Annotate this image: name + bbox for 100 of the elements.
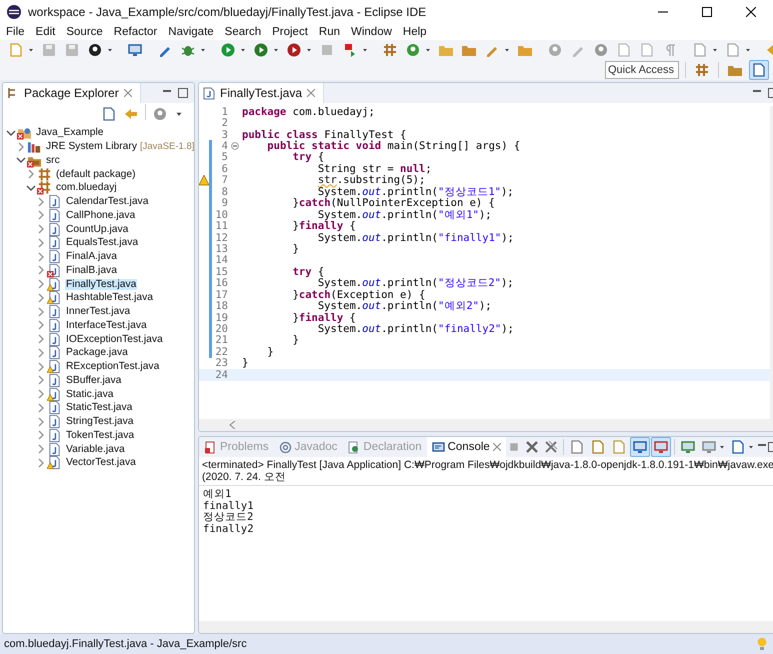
tree-item[interactable]: StaticTest.java — [65, 402, 134, 414]
menu-item[interactable]: Refactor — [114, 26, 158, 38]
close-icon[interactable] — [307, 89, 316, 97]
menu-item[interactable]: Project — [272, 26, 308, 38]
file-icon — [49, 208, 60, 222]
line-number: 8 — [220, 186, 228, 198]
show-error-icon[interactable] — [650, 437, 671, 457]
code-line: public static void main(String[] args) { — [267, 140, 520, 152]
declaration-icon — [347, 440, 360, 454]
file-icon — [49, 346, 60, 360]
tree-item[interactable]: VectorTest.java — [65, 457, 137, 468]
console-output-line: finally1 — [203, 500, 255, 512]
line-number: 20 — [214, 323, 228, 336]
menu-item[interactable]: File — [6, 26, 25, 38]
editor-tab[interactable]: FinallyTest.java — [199, 83, 324, 103]
line-number: 15 — [214, 266, 228, 278]
status-text: com.bluedayj.FinallyTest.java - Java_Example/src — [4, 638, 247, 650]
line-number: 24 — [214, 368, 228, 381]
menu-item[interactable]: Edit — [36, 26, 56, 38]
tree-item[interactable]: Package.java — [65, 347, 129, 358]
console-icon — [432, 440, 445, 454]
close-icon[interactable] — [492, 443, 501, 451]
fold-icon[interactable] — [231, 142, 239, 150]
console-output-line: 정상코드2 — [203, 512, 254, 524]
console-output-line: finally2 — [203, 524, 255, 536]
tree-item[interactable]: JRE System Library — [45, 141, 138, 152]
problems-icon — [204, 440, 217, 454]
tree-item[interactable]: StringTest.java — [65, 416, 135, 428]
tree-item[interactable]: Static.java — [65, 388, 115, 400]
line-number: 11 — [214, 220, 228, 232]
tree-item[interactable]: CalendarTest.java — [65, 196, 150, 208]
library-icon — [28, 142, 40, 153]
tree-item[interactable]: SBuffer.java — [65, 374, 122, 386]
line-number: 1 — [220, 106, 228, 118]
package-explorer-tab[interactable]: Package Explorer — [3, 83, 141, 103]
menu-item[interactable]: Run — [318, 26, 340, 38]
maximize-icon — [702, 7, 712, 17]
lightbulb-icon[interactable] — [757, 637, 767, 651]
line-number: 3 — [220, 128, 228, 141]
tree-item[interactable]: FinalB.java — [65, 264, 118, 276]
code-line: }finally { — [292, 220, 356, 232]
line-number: 19 — [214, 312, 228, 324]
horizontal-scrollbar[interactable] — [199, 621, 773, 633]
console-output-line: 예외1 — [203, 489, 232, 501]
tree-item[interactable]: CountUp.java — [65, 224, 130, 235]
code-line: package com.bluedayj; — [242, 106, 375, 118]
tree-item[interactable]: Variable.java — [65, 444, 126, 455]
tree-item[interactable]: src — [45, 154, 61, 166]
menu-item[interactable]: Navigate — [168, 26, 214, 38]
app-logo-icon — [6, 4, 22, 20]
menu-item[interactable]: Help — [402, 26, 427, 38]
quick-access-field[interactable]: Quick Access — [605, 61, 679, 79]
tree-item[interactable]: IOExceptionTest.java — [65, 334, 164, 345]
line-number: 17 — [214, 288, 228, 301]
code-line: try { — [292, 266, 324, 278]
code-line: } — [292, 242, 299, 255]
line-number: 10 — [214, 208, 228, 221]
close-icon[interactable] — [124, 89, 132, 97]
code-line: } — [266, 346, 274, 358]
maximize-view-icon[interactable] — [178, 88, 188, 98]
tree-item[interactable]: EqualsTest.java — [65, 237, 140, 248]
tree-item[interactable]: FinalA.java — [65, 251, 118, 262]
tree-item[interactable]: TokenTest.java — [65, 430, 136, 441]
horizontal-scrollbar[interactable] — [199, 419, 773, 431]
code-line: System.out.println("정상코드1"); — [316, 186, 514, 198]
tree-item[interactable]: HashtableTest.java — [65, 292, 154, 304]
show-output-icon[interactable] — [630, 437, 650, 457]
tree-item[interactable]: InnerTest.java — [65, 306, 132, 318]
file-icon — [49, 305, 60, 318]
tree-item[interactable]: Java_Example — [35, 127, 105, 138]
tree-item[interactable]: FinallyTest.java — [65, 278, 138, 290]
library-version: [JavaSE-1.8] — [140, 141, 194, 152]
tree-item[interactable]: com.bluedayj — [55, 182, 118, 194]
tree-item[interactable]: InterfaceTest.java — [65, 320, 148, 331]
code-line: String str = null; — [316, 162, 432, 175]
file-icon — [49, 415, 60, 428]
line-number: 21 — [214, 334, 228, 346]
file-icon — [49, 374, 60, 387]
menu-item[interactable]: Search — [224, 26, 262, 38]
console-header: <terminated> FinallyTest [Java Application] C:₩Program Files₩ojdkbuild₩java-1.8.0-openjdk-1.8.0.191-1₩bin₩javaw.exe (2020. 7. 24. 오전 — [199, 457, 773, 486]
file-icon — [49, 195, 60, 208]
scroll-left-icon[interactable] — [229, 421, 235, 429]
window-title: workspace - Java_Example/src/com/bluedayj/FinallyTest.java - Eclipse IDE — [28, 5, 428, 19]
code-line: str.substring(5); — [316, 174, 426, 186]
line-number: 18 — [214, 300, 228, 312]
file-icon — [49, 222, 60, 236]
view-tab[interactable]: Console — [426, 437, 506, 457]
line-number: 13 — [214, 242, 228, 255]
line-number: 2 — [220, 117, 228, 130]
code-line: public class FinallyTest { — [242, 128, 406, 141]
line-number: 5 — [220, 151, 228, 164]
tree-item[interactable]: (default package) — [55, 168, 137, 180]
package-icon — [38, 167, 52, 182]
tree-item[interactable]: RExceptionTest.java — [65, 361, 160, 372]
line-number: 23 — [214, 357, 228, 370]
line-number: 9 — [220, 197, 228, 210]
tree-item[interactable]: CallPhone.java — [65, 210, 136, 221]
menu-item[interactable]: Window — [351, 26, 392, 38]
menu-item[interactable]: Source — [66, 26, 103, 38]
code-line: System.out.println("예외1"); — [318, 208, 492, 221]
